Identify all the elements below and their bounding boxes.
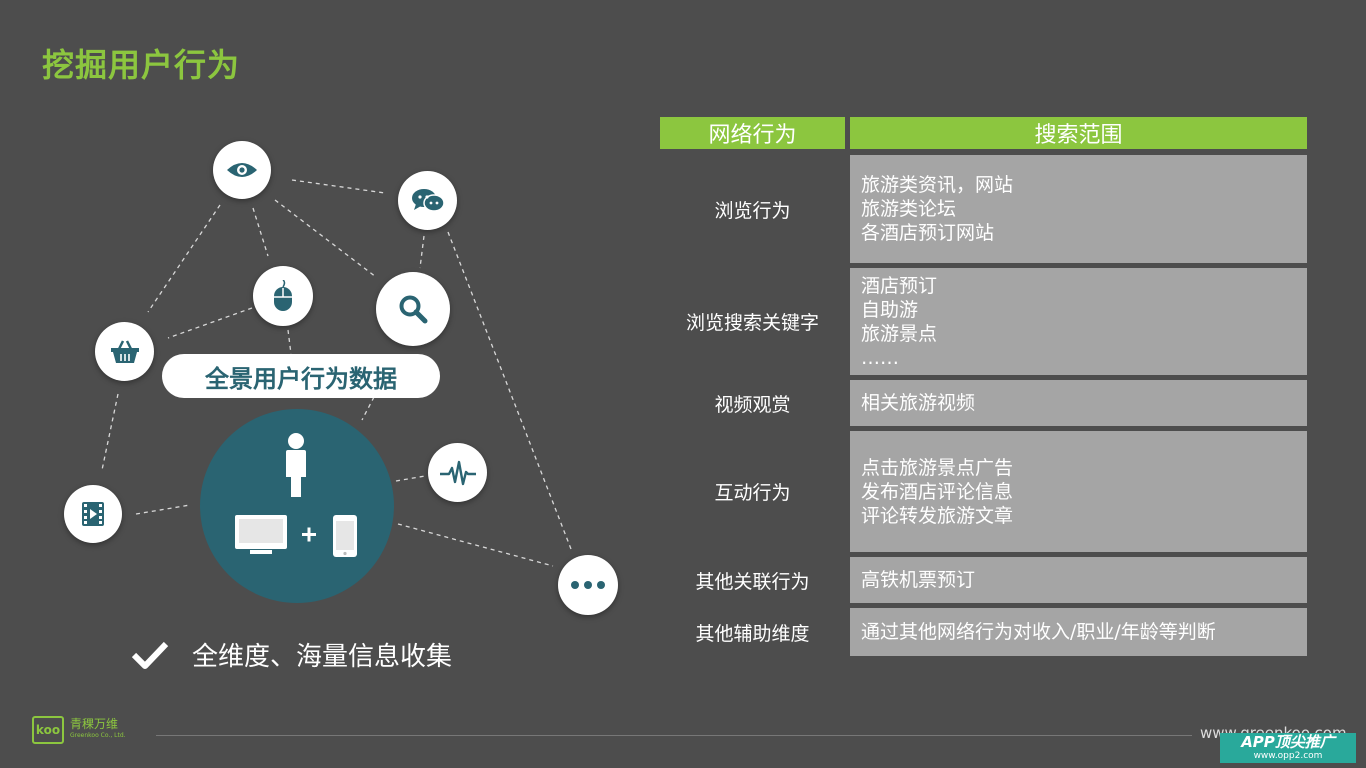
watermark-url: www.opp2.com (1253, 751, 1323, 761)
row-behavior: 视频观赏 (660, 380, 845, 426)
eye-node (213, 141, 271, 199)
scope-line: 旅游类论坛 (861, 198, 957, 220)
row-behavior: 其他关联行为 (660, 557, 845, 603)
eye-icon (227, 163, 257, 177)
logo-en-name: Greenkoo Co., Ltd. (70, 732, 126, 739)
company-logo: koo 青稞万维 Greenkoo Co., Ltd. (32, 716, 126, 744)
footer-divider (156, 735, 1192, 736)
scope-line: 旅游类资讯，网站 (861, 174, 1014, 196)
monitor-icon (235, 515, 287, 554)
logo-cn-name: 青稞万维 (70, 717, 119, 731)
scope-line: 自助游 (861, 298, 919, 321)
row-scope: 相关旅游视频 (850, 380, 1307, 426)
scope-line: 旅游景点 (861, 322, 938, 345)
more-node (558, 555, 618, 615)
plus-icon (302, 527, 316, 542)
row-scope: 点击旅游景点广告 发布酒店评论信息 评论转发旅游文章 (850, 431, 1307, 552)
row-scope: 酒店预订 自助游 旅游景点 …… (850, 268, 1307, 375)
center-label: 全景用户行为数据 (162, 354, 440, 398)
logo-mark: koo (32, 716, 64, 744)
row-behavior: 浏览搜索关键字 (660, 268, 845, 375)
row-scope: 旅游类资讯，网站 旅游类论坛 各酒店预订网站 (850, 155, 1307, 263)
basket-icon (110, 339, 139, 363)
scope-line: 通过其他网络行为对收入/职业/年龄等判断 (861, 621, 1216, 643)
pulse-node (428, 443, 487, 502)
chat-icon (411, 188, 445, 212)
video-node (64, 485, 122, 543)
row-behavior: 互动行为 (660, 431, 845, 552)
watermark-badge: APP顶尖推广 www.opp2.com (1220, 733, 1356, 763)
search-node (376, 272, 450, 346)
user-device-circle (200, 409, 394, 603)
scope-line: 高铁机票预订 (861, 569, 976, 591)
watermark-title: APP顶尖推广 (1241, 733, 1335, 751)
header-behavior: 网络行为 (660, 117, 845, 149)
scope-line: 发布酒店评论信息 (861, 480, 1014, 503)
bullet-text: 全维度、海量信息收集 (192, 642, 453, 672)
row-behavior: 其他辅助维度 (660, 608, 845, 656)
row-scope: 高铁机票预订 (850, 557, 1307, 603)
checkmark-icon (131, 641, 169, 669)
person-icon (286, 433, 306, 497)
row-behavior: 浏览行为 (660, 155, 845, 263)
mouse-node (253, 266, 313, 326)
pulse-icon (439, 460, 476, 485)
scope-line: 点击旅游景点广告 (861, 456, 1014, 479)
video-icon (82, 502, 104, 526)
scope-line: 评论转发旅游文章 (861, 504, 1014, 527)
chat-node (398, 171, 457, 230)
collection-bullet: 全维度、海量信息收集 (130, 636, 452, 673)
search-icon (399, 295, 428, 324)
scope-line: 相关旅游视频 (861, 392, 976, 414)
header-scope: 搜索范围 (850, 117, 1307, 149)
row-scope: 通过其他网络行为对收入/职业/年龄等判断 (850, 608, 1307, 656)
scope-line: 酒店预订 (861, 274, 938, 297)
scope-line: …… (861, 346, 899, 369)
basket-node (95, 322, 154, 381)
phone-icon (333, 515, 357, 557)
scope-line: 各酒店预订网站 (861, 222, 995, 244)
more-icon (571, 581, 605, 589)
mouse-icon (274, 280, 292, 311)
